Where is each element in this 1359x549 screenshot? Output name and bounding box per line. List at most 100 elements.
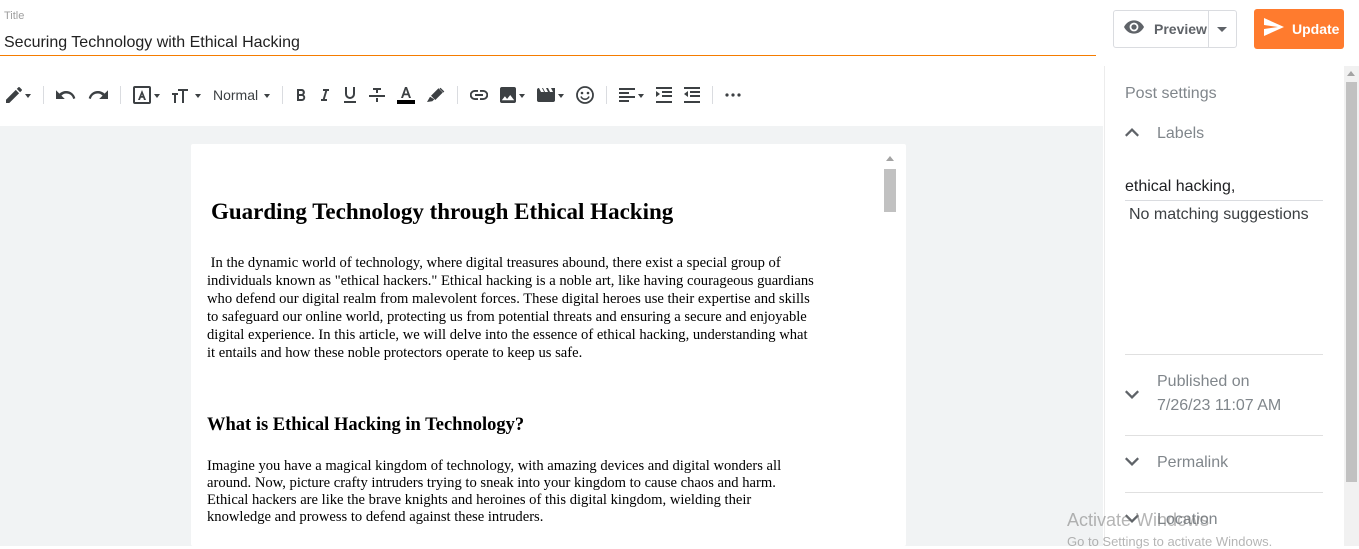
toolbar-divider: [606, 86, 608, 104]
editor-scrollbar[interactable]: [882, 152, 898, 546]
paragraph-style-select[interactable]: Normal: [213, 80, 271, 110]
chevron-down-icon: [1125, 508, 1149, 528]
labels-heading: Labels: [1157, 125, 1205, 142]
undo-icon: [56, 89, 76, 101]
paragraph-line: to safeguard our online world, protectin…: [207, 309, 807, 325]
eye-icon: [1124, 19, 1154, 39]
published-date: 7/26/23 11:07 AM: [1157, 397, 1282, 414]
more-options-button[interactable]: [725, 80, 741, 110]
highlight-button[interactable]: [427, 80, 445, 110]
post-heading: Guarding Technology through Ethical Hack…: [211, 199, 674, 224]
highlighter-icon: [427, 87, 445, 103]
caret-down-icon: [195, 94, 201, 98]
paragraph-line: In the dynamic world of technology, wher…: [207, 255, 781, 271]
caret-down-icon: [264, 94, 271, 98]
post-body-editor[interactable]: Guarding Technology through Ethical Hack…: [191, 144, 906, 546]
scrollbar-thumb[interactable]: [1346, 82, 1357, 482]
link-icon: [470, 90, 489, 100]
preview-button[interactable]: Preview: [1114, 11, 1208, 47]
compose-mode-button[interactable]: [6, 80, 31, 110]
no-suggestions-text: No matching suggestions: [1129, 206, 1309, 223]
scroll-up-arrow-icon[interactable]: [886, 156, 894, 161]
paragraph-line: it entails and how these noble protector…: [207, 345, 583, 361]
caret-down-icon: [1217, 26, 1228, 32]
bold-button[interactable]: [295, 80, 307, 110]
section-divider: [1125, 492, 1323, 493]
indent-button[interactable]: [656, 80, 673, 110]
insert-image-button[interactable]: [500, 80, 526, 110]
redo-button[interactable]: [88, 80, 108, 110]
caret-down-icon: [638, 94, 645, 98]
location-heading: Location: [1157, 511, 1218, 528]
text-color-icon: [397, 86, 416, 104]
font-family-button[interactable]: [133, 80, 160, 110]
title-input[interactable]: [0, 30, 1096, 56]
align-left-icon: [619, 88, 636, 102]
chevron-down-icon: [1125, 384, 1149, 404]
underline-icon: [343, 87, 357, 103]
paragraph-line: around. Now, picture crafty intruders tr…: [207, 475, 776, 491]
align-button[interactable]: [619, 80, 645, 110]
image-icon: [500, 87, 517, 103]
italic-button[interactable]: [319, 80, 331, 110]
toolbar-divider: [120, 86, 121, 104]
chevron-up-icon: [1125, 122, 1149, 142]
editor-toolbar: Normal: [0, 72, 1103, 118]
section-divider: [1125, 354, 1323, 355]
preview-split-button: Preview: [1113, 10, 1237, 48]
font-icon: [133, 86, 151, 104]
scrollbar-thumb[interactable]: [884, 169, 896, 212]
caret-down-icon: [154, 94, 160, 98]
update-label: Update: [1292, 21, 1340, 37]
chevron-down-icon: [1125, 451, 1149, 471]
underline-button[interactable]: [343, 80, 357, 110]
labels-input[interactable]: ethical hacking,: [1125, 178, 1323, 201]
emoji-icon: [576, 86, 595, 104]
title-area: Title: [0, 0, 1098, 60]
insert-link-button[interactable]: [470, 80, 489, 110]
permalink-heading: Permalink: [1157, 454, 1229, 471]
outdent-button[interactable]: [684, 80, 701, 110]
permalink-section-toggle[interactable]: Permalink: [1125, 451, 1228, 475]
preview-label: Preview: [1154, 21, 1207, 37]
section-divider: [1125, 435, 1323, 436]
italic-icon: [319, 88, 331, 102]
bold-icon: [295, 88, 307, 102]
toolbar-divider: [43, 86, 44, 104]
send-icon: [1264, 17, 1292, 41]
scroll-up-arrow-icon[interactable]: [1347, 71, 1355, 76]
toolbar-divider: [457, 86, 459, 104]
insert-emoji-button[interactable]: [576, 80, 595, 110]
published-info: Published on 7/26/23 11:07 AM: [1157, 370, 1281, 418]
indent-icon: [656, 87, 673, 103]
paragraph-line: knowledge and prowess to defend against …: [207, 509, 544, 525]
post-settings-panel: Post settings Labels ethical hacking, No…: [1104, 66, 1345, 546]
paragraph-line: who defend our digital realm from malevo…: [207, 291, 810, 307]
post-subheading: What is Ethical Hacking in Technology?: [207, 415, 525, 435]
update-button[interactable]: Update: [1254, 9, 1344, 49]
undo-button[interactable]: [56, 80, 76, 110]
location-section-toggle[interactable]: Location: [1125, 508, 1218, 532]
post-settings-title: Post settings: [1125, 85, 1217, 102]
video-icon: [537, 88, 556, 102]
outdent-icon: [684, 87, 701, 103]
paragraph-line: individuals known as "ethical hackers." …: [207, 273, 814, 289]
insert-video-button[interactable]: [537, 80, 565, 110]
font-size-button[interactable]: [172, 80, 201, 110]
caret-down-icon: [558, 94, 565, 98]
paragraph-line: Ethical hackers are like the brave knigh…: [207, 492, 752, 508]
settings-scrollbar[interactable]: [1344, 66, 1359, 546]
toolbar-divider: [712, 86, 714, 104]
paragraph-style-label: Normal: [213, 87, 259, 103]
published-section-toggle[interactable]: Published on 7/26/23 11:07 AM: [1125, 370, 1281, 418]
labels-section-toggle[interactable]: Labels: [1125, 122, 1204, 146]
paragraph-line: digital experience. In this article, we …: [207, 327, 808, 343]
strikethrough-button[interactable]: [369, 80, 386, 110]
more-horizontal-icon: [725, 93, 741, 97]
title-caption: Title: [4, 10, 25, 22]
preview-dropdown-button[interactable]: [1207, 11, 1236, 47]
paragraph-line: Imagine you have a magical kingdom of te…: [207, 458, 782, 474]
pencil-icon: [6, 87, 22, 103]
published-heading: Published on: [1157, 373, 1250, 390]
text-color-button[interactable]: [397, 80, 416, 110]
